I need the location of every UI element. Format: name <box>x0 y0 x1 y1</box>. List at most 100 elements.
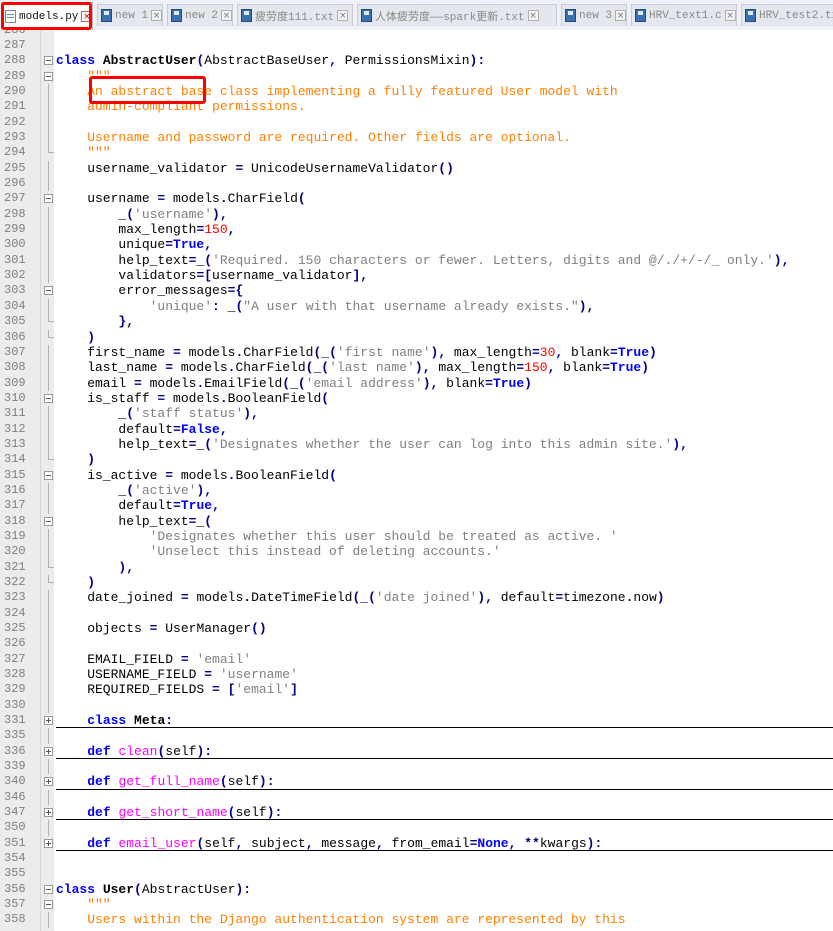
collapse-fold-icon[interactable] <box>44 286 53 296</box>
code-text[interactable]: help_text=_( <box>56 514 212 529</box>
close-tab-icon[interactable]: × <box>527 10 539 21</box>
fold-guide <box>48 344 49 361</box>
code-text[interactable]: REQUIRED_FIELDS = ['email'] <box>56 682 298 697</box>
tab-new-2[interactable]: new 2 × <box>167 4 233 26</box>
code-text[interactable]: Users within the Django authentication s… <box>56 912 625 927</box>
code-token: """ <box>56 897 111 913</box>
code-text[interactable]: is_staff = models.BooleanField( <box>56 391 329 406</box>
code-text[interactable]: email = models.EmailField(_('email addre… <box>56 376 532 391</box>
close-tab-icon[interactable]: × <box>724 10 736 21</box>
expand-fold-icon[interactable] <box>44 746 53 756</box>
code-text[interactable]: USERNAME_FIELD = 'username' <box>56 667 298 682</box>
expand-fold-icon[interactable] <box>44 808 53 818</box>
code-text[interactable]: help_text=_('Designates whether the user… <box>56 437 688 452</box>
line-number: 330 <box>4 697 26 712</box>
close-tab-icon[interactable]: × <box>151 10 162 21</box>
collapse-fold-icon[interactable] <box>44 393 53 403</box>
code-text[interactable]: default=False, <box>56 422 227 437</box>
code-token: 'Designates whether the user can log int… <box>212 436 673 452</box>
line-number: 346 <box>4 789 26 804</box>
line-number: 327 <box>4 651 26 666</box>
code-token: unique <box>56 237 166 253</box>
code-text[interactable]: ), <box>56 560 134 575</box>
code-text[interactable]: objects = UserManager() <box>56 621 266 636</box>
code-text[interactable]: Username and password are required. Othe… <box>56 130 571 145</box>
code-text[interactable]: validators=[username_validator], <box>56 268 368 283</box>
code-text[interactable]: is_active = models.BooleanField( <box>56 468 337 483</box>
collapse-fold-icon[interactable] <box>44 884 53 894</box>
code-line: 323 date_joined = models.DateTimeField(_… <box>0 590 833 606</box>
collapse-fold-icon[interactable] <box>44 900 53 910</box>
code-text[interactable]: first_name = models.CharField(_('first n… <box>56 345 657 360</box>
code-text[interactable]: """ <box>56 897 111 913</box>
code-token: 'first name' <box>336 344 431 360</box>
line-number: 290 <box>4 84 26 99</box>
code-text[interactable]: def clean(self): <box>56 744 212 759</box>
tab-new-1[interactable]: new 1 × <box>97 4 163 26</box>
code-token: () <box>438 160 454 176</box>
code-text[interactable]: """ <box>56 69 110 84</box>
code-text[interactable]: }, <box>56 314 134 329</box>
code-text[interactable]: default=True, <box>56 498 219 513</box>
code-text[interactable]: username_validator = UnicodeUsernameVali… <box>56 161 454 176</box>
code-editor[interactable]: 286287288class AbstractUser(AbstractBase… <box>0 30 833 931</box>
code-text[interactable]: username = models.CharField( <box>56 191 305 206</box>
code-text[interactable]: 'Designates whether this user should be … <box>56 529 618 544</box>
code-text[interactable]: unique=True, <box>56 237 212 252</box>
code-text[interactable]: def email_user(self, subject, message, f… <box>56 836 602 851</box>
collapse-fold-icon[interactable] <box>44 516 53 526</box>
code-text[interactable]: _('username'), <box>56 207 227 222</box>
code-token: help_text <box>56 436 189 452</box>
code-token: username_validator <box>212 268 353 284</box>
code-text[interactable]: max_length=150, <box>56 222 235 237</box>
tab-spark-txt[interactable]: 人体疲劳度——spark更新.txt × <box>357 4 557 26</box>
tab-hrv-test2-tx[interactable]: HRV_test2.tx <box>741 4 833 26</box>
close-tab-icon[interactable]: × <box>615 10 626 21</box>
code-text[interactable]: class User(AbstractUser): <box>56 882 251 897</box>
collapse-fold-icon[interactable] <box>44 470 53 480</box>
code-token: ( <box>126 482 135 498</box>
code-text[interactable]: help_text=_('Required. 150 characters or… <box>56 253 789 268</box>
code-text[interactable]: EMAIL_FIELD = 'email' <box>56 652 251 667</box>
code-text[interactable]: class Meta: <box>56 713 173 728</box>
code-text[interactable]: ) <box>56 452 95 467</box>
line-number: 331 <box>4 713 26 727</box>
code-text[interactable]: _('staff status'), <box>56 406 258 421</box>
code-text[interactable]: _('active'), <box>56 483 212 498</box>
collapse-fold-icon[interactable] <box>44 56 53 66</box>
code-text[interactable]: def get_full_name(self): <box>56 774 274 789</box>
code-token: ( <box>204 436 213 452</box>
code-text[interactable]: last_name = models.CharField(_('last nam… <box>56 360 649 375</box>
collapse-fold-icon[interactable] <box>44 71 53 81</box>
code-text[interactable]: """ <box>56 145 110 160</box>
tab-new-3[interactable]: new 3 × <box>561 4 627 26</box>
code-text[interactable]: ) <box>56 575 95 590</box>
expand-fold-icon[interactable] <box>44 777 53 787</box>
code-text[interactable]: error_messages={ <box>56 283 243 298</box>
code-line: 355 <box>0 866 833 881</box>
code-text[interactable]: def get_short_name(self): <box>56 805 282 820</box>
code-text[interactable]: class AbstractUser(AbstractBaseUser, Per… <box>56 53 485 68</box>
close-tab-icon[interactable]: × <box>221 10 232 21</box>
code-text[interactable]: 'Unselect this instead of deleting accou… <box>56 544 501 559</box>
code-text[interactable]: date_joined = models.DateTimeField(_('da… <box>56 590 664 606</box>
close-tab-icon[interactable]: × <box>81 11 92 22</box>
line-number: 306 <box>4 329 26 344</box>
code-text[interactable]: 'unique': _("A user with that username a… <box>56 298 595 314</box>
code-text[interactable]: ) <box>56 330 95 345</box>
collapse-fold-icon[interactable] <box>44 194 53 204</box>
code-token: : <box>212 298 220 314</box>
code-text[interactable]: admin-compliant permissions. <box>56 99 305 114</box>
expand-fold-icon[interactable] <box>44 838 53 848</box>
code-token: EMAIL_FIELD <box>56 651 181 667</box>
code-text[interactable]: An abstract base class implementing a fu… <box>56 84 618 99</box>
tab-hrv-text1-c[interactable]: HRV_text1.c × <box>631 4 737 26</box>
fold-guide <box>48 237 49 253</box>
expand-fold-icon[interactable] <box>44 716 53 725</box>
tab-models-py[interactable]: models.py × <box>1 2 93 30</box>
code-line: 331 class Meta: <box>0 713 833 729</box>
tab-111-txt[interactable]: 疲劳度111.txt × <box>237 4 353 26</box>
code-token: 'date joined' <box>375 590 478 606</box>
close-tab-icon[interactable]: × <box>337 10 349 21</box>
